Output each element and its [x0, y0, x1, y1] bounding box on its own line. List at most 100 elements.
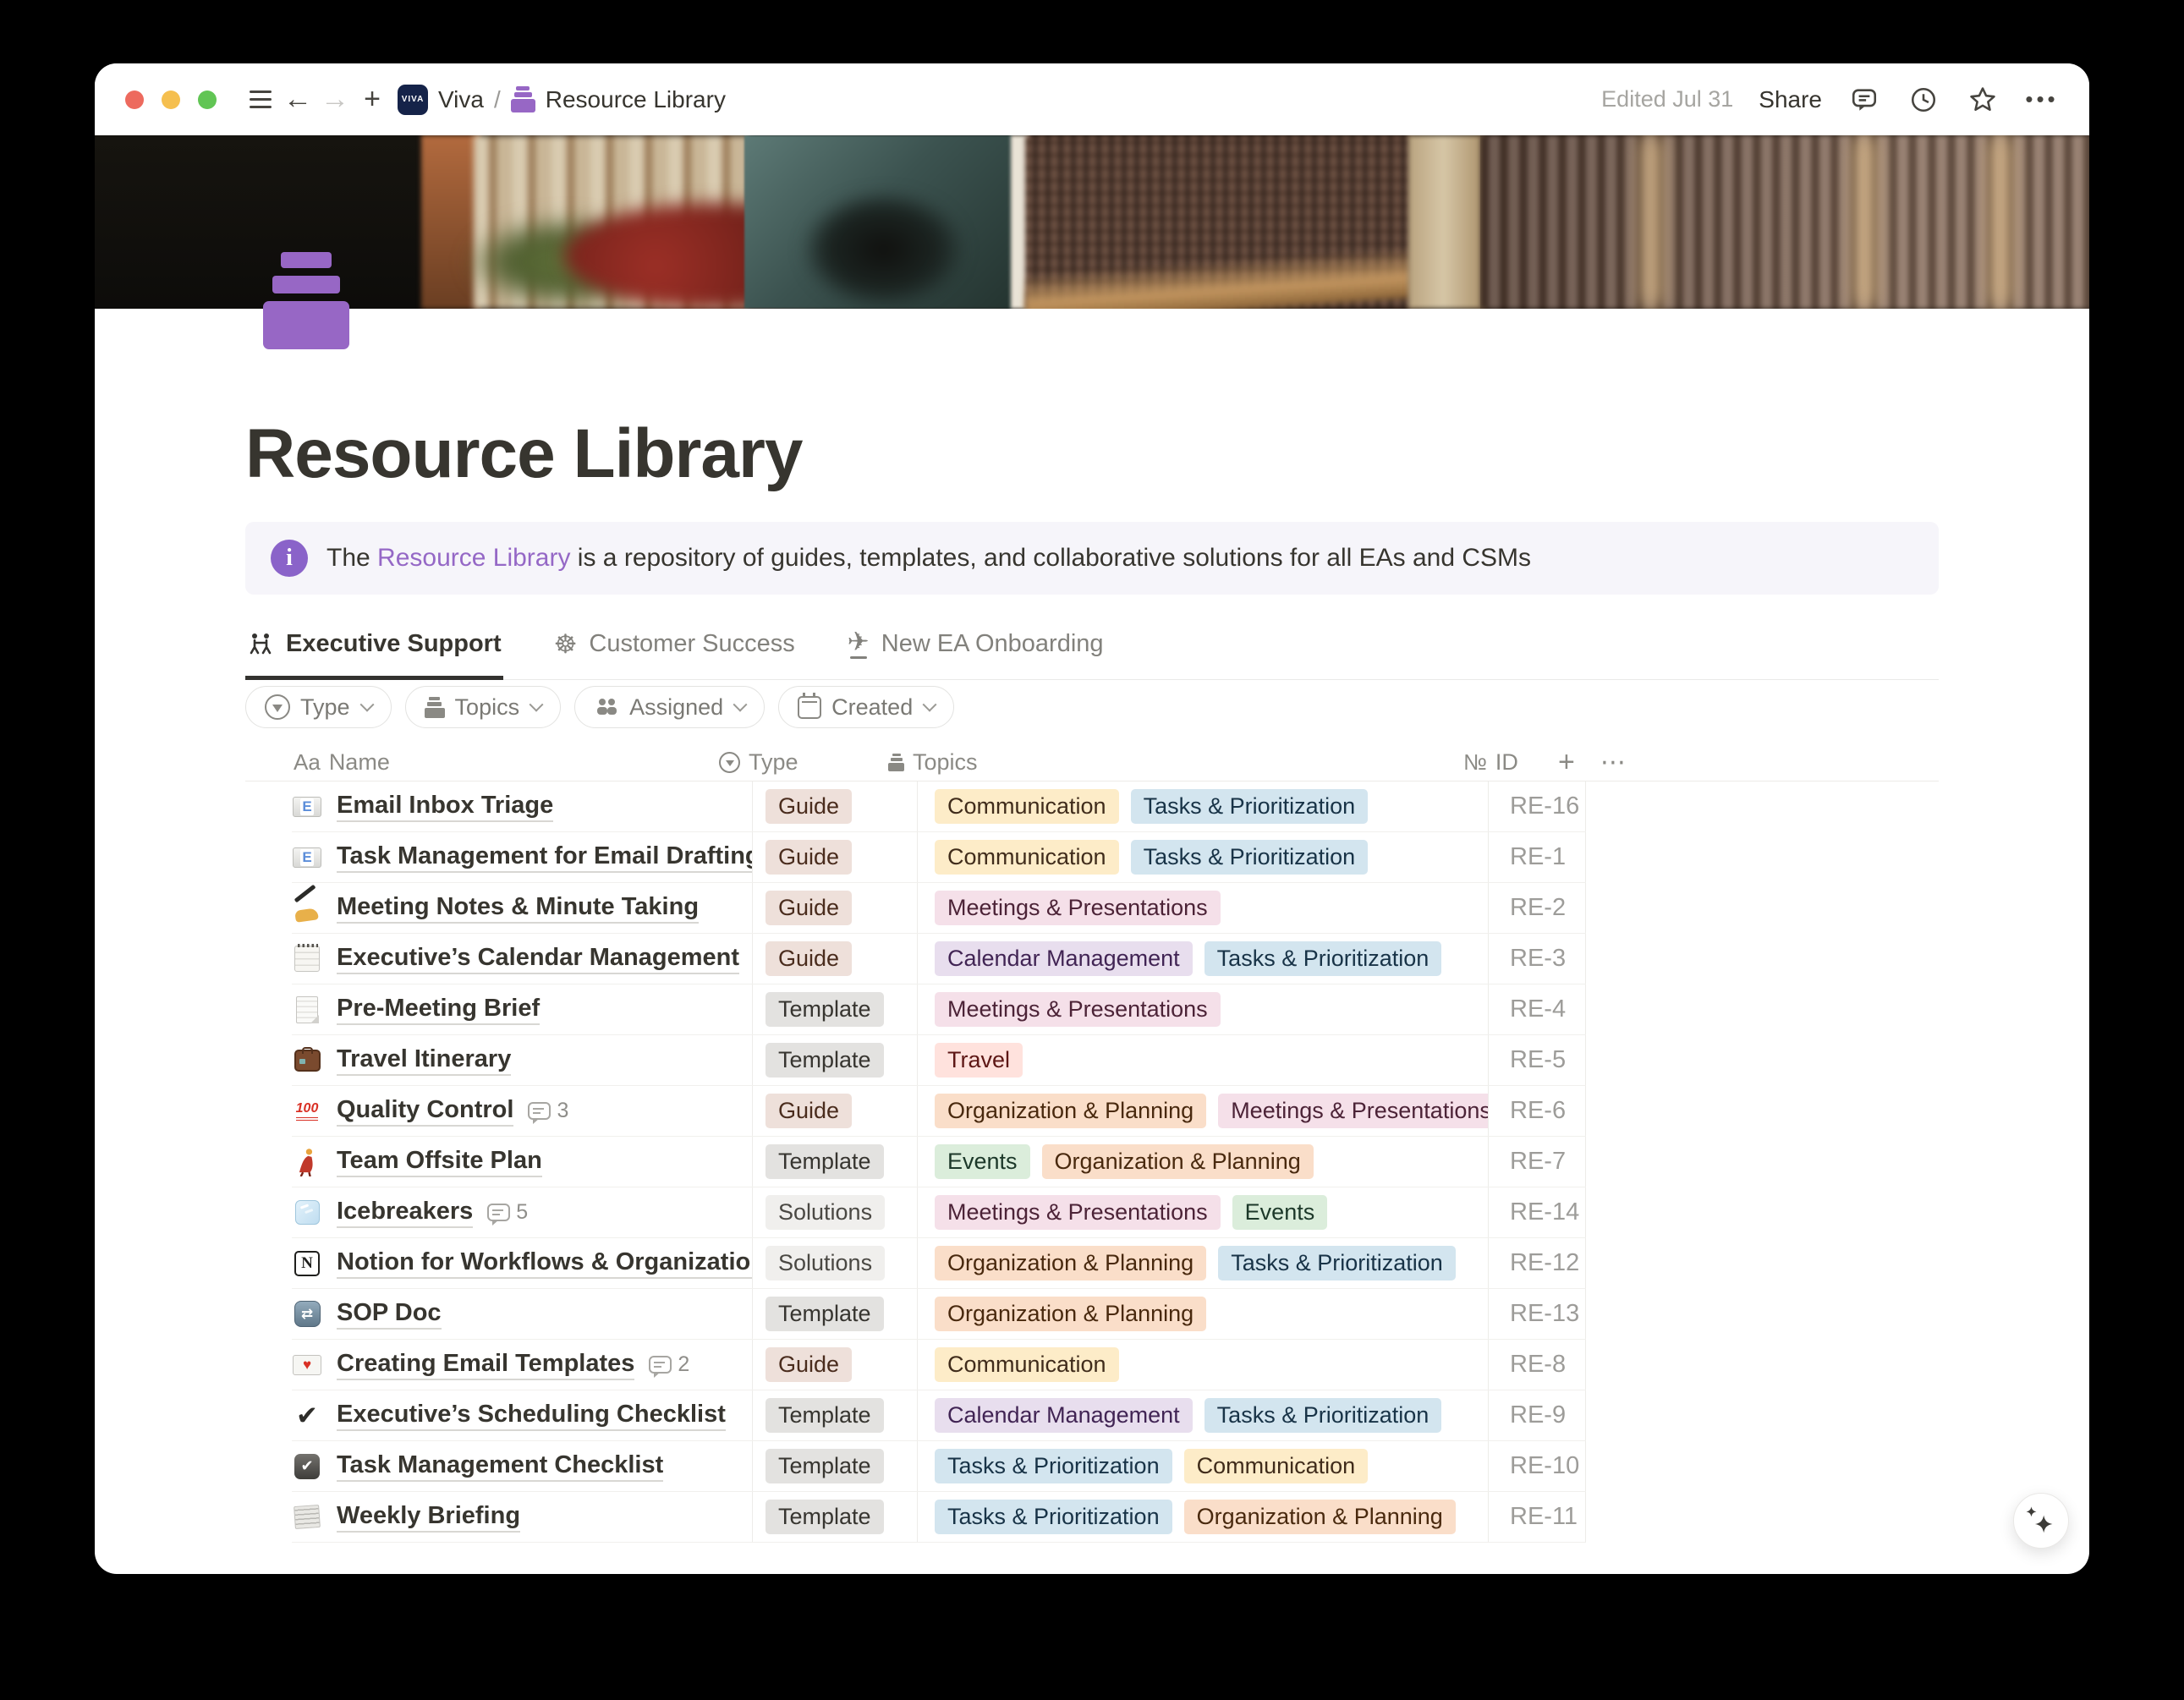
id-cell: RE-2	[1489, 883, 1586, 933]
page-link[interactable]: Creating Email Templates	[337, 1350, 634, 1380]
email-icon: E	[292, 792, 322, 822]
newspaper-icon	[292, 1502, 322, 1533]
comment-count-badge[interactable]: 5	[487, 1200, 528, 1225]
topic-chip: Meetings & Presentations	[935, 891, 1221, 925]
page-link[interactable]: Weekly Briefing	[337, 1502, 520, 1533]
table-row[interactable]: Meeting Notes & Minute Taking Guide Meet…	[292, 883, 1586, 934]
table-row[interactable]: Travel Itinerary Template Travel RE-5	[292, 1035, 1586, 1086]
tab-executive-support[interactable]: Executive Support	[245, 622, 503, 680]
traffic-lights	[125, 90, 217, 109]
page-link[interactable]: Quality Control	[337, 1096, 513, 1127]
new-page-icon[interactable]: +	[354, 81, 391, 118]
breadcrumb-workspace[interactable]: Viva	[438, 86, 484, 113]
back-icon[interactable]: ←	[279, 81, 316, 118]
page-link[interactable]: Email Inbox Triage	[337, 792, 553, 822]
more-options-icon[interactable]: •••	[2025, 83, 2059, 117]
viva-workspace-icon[interactable]: VIVA	[398, 85, 428, 115]
page-link[interactable]: Task Management Checklist	[337, 1451, 663, 1482]
table-row[interactable]: 100Quality Control3 Guide Organization &…	[292, 1086, 1586, 1137]
table-row[interactable]: Icebreakers5 Solutions Meetings & Presen…	[292, 1187, 1586, 1238]
sidebar-menu-icon[interactable]	[242, 81, 279, 118]
id-cell: RE-4	[1489, 984, 1586, 1034]
topic-chip: Communication	[935, 1347, 1119, 1382]
topic-chip: Tasks & Prioritization	[935, 1500, 1172, 1534]
type-chip: Template	[765, 1043, 884, 1078]
type-chip: Guide	[765, 1347, 852, 1382]
topics-icon	[425, 697, 445, 718]
tab-label: New EA Onboarding	[881, 630, 1104, 658]
share-button[interactable]: Share	[1759, 86, 1822, 113]
type-icon	[719, 752, 740, 773]
page-link[interactable]: Executive’s Calendar Management	[337, 944, 739, 974]
type-chip: Template	[765, 1144, 884, 1179]
page-link[interactable]: SOP Doc	[337, 1299, 442, 1330]
column-header-topics[interactable]: Topics	[871, 749, 1442, 776]
forward-icon[interactable]: →	[316, 81, 354, 118]
column-header-type[interactable]: Type	[706, 749, 871, 776]
filter-topics[interactable]: Topics	[405, 686, 562, 728]
history-clock-icon[interactable]	[1907, 83, 1940, 117]
topic-chip: Tasks & Prioritization	[1131, 789, 1369, 824]
topic-chip: Meetings & Presentations	[1218, 1094, 1489, 1128]
page-link[interactable]: Team Offsite Plan	[337, 1147, 542, 1177]
check-box-icon: ✔	[292, 1451, 322, 1482]
table-row[interactable]: ⇄SOP Doc Template Organization & Plannin…	[292, 1289, 1586, 1340]
table-row[interactable]: EEmail Inbox Triage Guide CommunicationT…	[292, 781, 1586, 832]
filter-bar: Type Topics Assigned Created	[245, 686, 954, 728]
callout-page-link[interactable]: Resource Library	[377, 544, 570, 572]
table-row[interactable]: ✔Executive’s Scheduling Checklist Templa…	[292, 1390, 1586, 1441]
table-row[interactable]: ♥Creating Email Templates2 Guide Communi…	[292, 1340, 1586, 1390]
close-window-button[interactable]	[125, 90, 144, 109]
table-row[interactable]: NNotion for Workflows & Organization Sol…	[292, 1238, 1586, 1289]
dancer-icon	[292, 1147, 322, 1177]
page-curl-icon	[292, 995, 322, 1025]
column-header-id[interactable]: № ID	[1442, 749, 1539, 776]
luggage-icon	[292, 1045, 322, 1076]
table-row[interactable]: Weekly Briefing Template Tasks & Priorit…	[292, 1492, 1586, 1543]
page-archive-icon-large[interactable]	[262, 252, 350, 349]
desktop: ← → + VIVA Viva / Resource Library Edite…	[0, 0, 2184, 1700]
tab-customer-success[interactable]: ☸ Customer Success	[552, 622, 797, 680]
type-chip: Template	[765, 1297, 884, 1331]
ai-assistant-button[interactable]	[2013, 1493, 2069, 1549]
favorite-star-icon[interactable]	[1966, 83, 2000, 117]
filter-type[interactable]: Type	[245, 686, 392, 728]
writing-hand-icon	[292, 893, 322, 924]
tab-new-ea-onboarding[interactable]: ✈ New EA Onboarding	[846, 622, 1106, 680]
filter-created[interactable]: Created	[778, 686, 954, 728]
topic-chip: Calendar Management	[935, 1398, 1193, 1433]
page-link[interactable]: Notion for Workflows & Organization	[337, 1248, 753, 1279]
comment-count-badge[interactable]: 2	[649, 1352, 689, 1377]
topic-chip: Tasks & Prioritization	[935, 1449, 1172, 1483]
page-link[interactable]: Executive’s Scheduling Checklist	[337, 1401, 726, 1431]
comments-icon[interactable]	[1847, 83, 1881, 117]
topic-chip: Organization & Planning	[1184, 1500, 1456, 1534]
page-archive-icon	[511, 86, 535, 112]
table-options-icon[interactable]: ⋯	[1575, 748, 1627, 777]
type-chip: Template	[765, 992, 884, 1027]
page-link[interactable]: Icebreakers	[337, 1198, 473, 1228]
table-row[interactable]: Team Offsite Plan Template EventsOrganiz…	[292, 1137, 1586, 1187]
column-header-name[interactable]: Aa Name	[294, 749, 706, 776]
table-row[interactable]: Pre-Meeting Brief Template Meetings & Pr…	[292, 984, 1586, 1035]
type-chip: Guide	[765, 789, 852, 824]
page-link[interactable]: Meeting Notes & Minute Taking	[337, 893, 699, 924]
chevron-down-icon	[733, 698, 748, 712]
page-title[interactable]: Resource Library	[245, 414, 803, 494]
page-link[interactable]: Pre-Meeting Brief	[337, 995, 540, 1025]
topic-chip: Tasks & Prioritization	[1131, 840, 1369, 875]
ice-cube-icon	[292, 1198, 322, 1228]
page-link[interactable]: Travel Itinerary	[337, 1045, 511, 1076]
table-row[interactable]: ETask Management for Email Drafting Guid…	[292, 832, 1586, 883]
breadcrumb-page[interactable]: Resource Library	[546, 86, 726, 113]
filter-assigned[interactable]: Assigned	[574, 686, 765, 728]
table-row[interactable]: ✔Task Management Checklist Template Task…	[292, 1441, 1586, 1492]
comment-count-badge[interactable]: 3	[528, 1099, 568, 1123]
table-row[interactable]: Executive’s Calendar Management1 Guide C…	[292, 934, 1586, 984]
type-icon	[265, 694, 290, 720]
add-column-icon[interactable]: +	[1539, 746, 1575, 779]
zoom-window-button[interactable]	[198, 90, 217, 109]
page-link[interactable]: Task Management for Email Drafting	[337, 842, 753, 873]
topic-chip: Meetings & Presentations	[935, 992, 1221, 1027]
minimize-window-button[interactable]	[162, 90, 180, 109]
